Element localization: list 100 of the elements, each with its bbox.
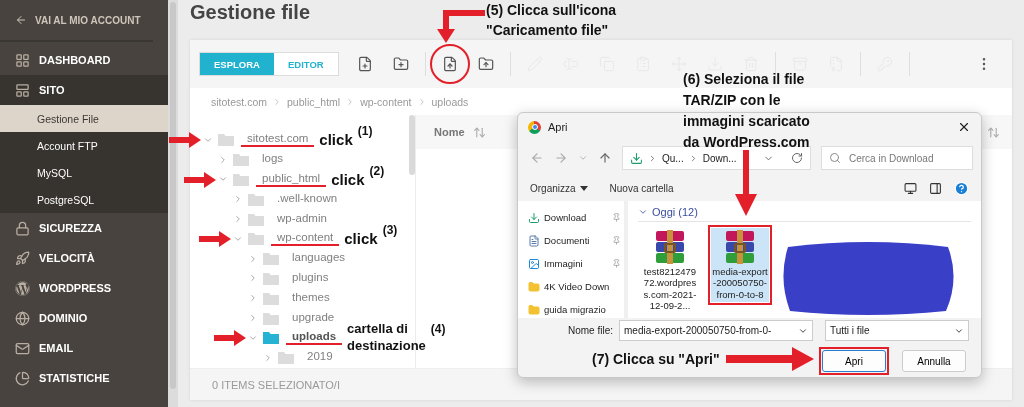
help-icon[interactable] bbox=[954, 180, 969, 196]
circle-w-icon bbox=[15, 280, 30, 296]
file-item[interactable]: media-export-200050750-from-0-to-8 bbox=[711, 228, 769, 303]
folder-icon bbox=[528, 280, 540, 293]
pin-icon bbox=[612, 259, 621, 268]
nav-item[interactable]: WORDPRESS bbox=[0, 273, 168, 303]
annotation-text: (7) Clicca su "Apri" bbox=[592, 350, 720, 369]
path-segment[interactable]: Down... bbox=[702, 152, 737, 164]
file-item[interactable]: test821247972.wordpress.com-2021-12-09-2... bbox=[641, 228, 699, 314]
folder-name[interactable]: themes bbox=[286, 290, 336, 306]
pin-icon bbox=[612, 236, 621, 245]
step-number: (4) bbox=[430, 321, 446, 336]
chevron-icon[interactable] bbox=[248, 253, 258, 264]
archive-icon bbox=[655, 230, 685, 264]
nav-item[interactable]: DASHBOARD bbox=[0, 45, 168, 75]
scrollbar-thumb[interactable] bbox=[409, 115, 415, 175]
close-icon[interactable] bbox=[957, 120, 971, 134]
chevron-icon[interactable] bbox=[248, 273, 258, 284]
chevron-icon[interactable] bbox=[263, 352, 273, 363]
nav-subitem[interactable]: Gestione File bbox=[0, 105, 168, 132]
pie-chart-icon bbox=[15, 370, 30, 386]
nav-item[interactable]: 4K Video Down bbox=[518, 275, 624, 298]
folder-name[interactable]: languages bbox=[286, 251, 352, 267]
column-header[interactable]: Nome bbox=[434, 125, 486, 139]
round-logo-icon bbox=[528, 120, 541, 134]
command-button[interactable]: Organizza bbox=[530, 182, 588, 194]
up-icon[interactable] bbox=[598, 151, 612, 165]
chevron-icon[interactable] bbox=[233, 194, 243, 205]
folder-name[interactable]: uploads bbox=[286, 330, 343, 346]
chevron-icon[interactable] bbox=[218, 154, 228, 165]
layout-icon bbox=[15, 82, 30, 98]
folder-name[interactable]: plugins bbox=[286, 270, 335, 286]
nav-item[interactable]: STATISTICHE bbox=[0, 363, 168, 393]
folder-name[interactable]: wp-content bbox=[271, 231, 340, 247]
folder-name[interactable]: upgrade bbox=[286, 310, 341, 326]
step-number: (2) bbox=[369, 163, 385, 178]
page-title: Gestione file bbox=[190, 0, 311, 25]
chevron-icon[interactable] bbox=[233, 214, 243, 225]
folder-name[interactable]: logs bbox=[256, 152, 290, 168]
mail-icon bbox=[15, 340, 30, 356]
folder-name[interactable]: wp-admin bbox=[271, 211, 333, 227]
back-link[interactable]: VAI AL MIO ACCOUNT bbox=[0, 0, 153, 42]
refresh-icon bbox=[791, 152, 803, 164]
nav-item[interactable]: Immagini bbox=[518, 252, 624, 275]
panel-icon[interactable] bbox=[929, 181, 942, 195]
lock-icon bbox=[15, 220, 30, 236]
nav-item[interactable]: Documenti bbox=[518, 229, 624, 252]
search-field[interactable]: Cerca in Download bbox=[821, 146, 973, 170]
nav-subitem[interactable]: PostgreSQL bbox=[0, 186, 168, 213]
folder-name[interactable]: sitotest.com bbox=[241, 132, 315, 148]
nav-subitem[interactable]: MySQL bbox=[0, 159, 168, 186]
caret-icon[interactable] bbox=[578, 153, 588, 163]
nav-subitem[interactable]: Account FTP bbox=[0, 132, 168, 159]
globe-icon bbox=[15, 310, 30, 326]
scrollbar-thumb[interactable] bbox=[170, 2, 176, 389]
address-field[interactable]: Qu... Down... bbox=[622, 146, 811, 170]
nav-item[interactable]: guida migrazio bbox=[518, 298, 624, 321]
chevron-icon bbox=[638, 207, 648, 217]
nav-item[interactable]: VELOCITÀ bbox=[0, 243, 168, 273]
field-label: Nome file: bbox=[568, 325, 613, 336]
forward-icon[interactable] bbox=[554, 151, 568, 165]
grid-icon bbox=[15, 52, 30, 68]
annotation-arrow bbox=[184, 171, 216, 188]
download-icon bbox=[528, 211, 540, 224]
folder-name[interactable]: .well-known bbox=[271, 191, 344, 207]
click-annotation: click bbox=[344, 229, 378, 249]
rocket-icon bbox=[15, 250, 30, 266]
nav-item[interactable]: DOMINIO bbox=[0, 303, 168, 333]
dialog-button[interactable]: Annulla bbox=[902, 350, 966, 372]
caret-icon bbox=[579, 185, 588, 191]
back-icon[interactable] bbox=[530, 151, 544, 165]
folder-icon bbox=[528, 303, 540, 316]
dialog-title: Apri bbox=[548, 121, 568, 133]
path-segment[interactable]: Qu... bbox=[662, 152, 684, 164]
dialog-button[interactable]: Apri bbox=[822, 350, 886, 372]
download-icon bbox=[630, 151, 643, 165]
chevron-icon[interactable] bbox=[248, 293, 258, 304]
nav-item[interactable]: SICUREZZA bbox=[0, 213, 168, 243]
archive-icon bbox=[725, 230, 755, 264]
file-type-select[interactable]: Tutti i file bbox=[825, 320, 969, 341]
annotation-text: cartella di destinazione bbox=[347, 321, 426, 355]
annotation-text: (5) Clicca sull'icona "Caricamento file" bbox=[486, 1, 617, 41]
annotation-arrow bbox=[735, 150, 757, 216]
chevron-icon bbox=[648, 153, 657, 163]
pin-icon bbox=[612, 213, 621, 222]
highlight-circle bbox=[429, 44, 470, 84]
folder-name[interactable]: 2019 bbox=[301, 350, 339, 366]
nav-item[interactable]: EMAIL bbox=[0, 333, 168, 363]
sort-icon bbox=[472, 125, 486, 139]
sort-icon bbox=[987, 125, 1000, 139]
annotation-arrow bbox=[169, 132, 201, 148]
command-button[interactable]: Nuova cartella bbox=[609, 182, 674, 194]
chevron-icon[interactable] bbox=[248, 313, 258, 324]
nav-item[interactable]: Download bbox=[518, 206, 624, 229]
file-name-field[interactable]: media-export-200050750-from-0- bbox=[619, 320, 813, 341]
annotation-arrow bbox=[199, 231, 231, 247]
folder-name[interactable]: public_html bbox=[256, 172, 327, 187]
nav-item[interactable]: SITO bbox=[0, 75, 168, 105]
annotation-arrow bbox=[214, 329, 246, 346]
monitor-icon[interactable] bbox=[904, 181, 917, 195]
